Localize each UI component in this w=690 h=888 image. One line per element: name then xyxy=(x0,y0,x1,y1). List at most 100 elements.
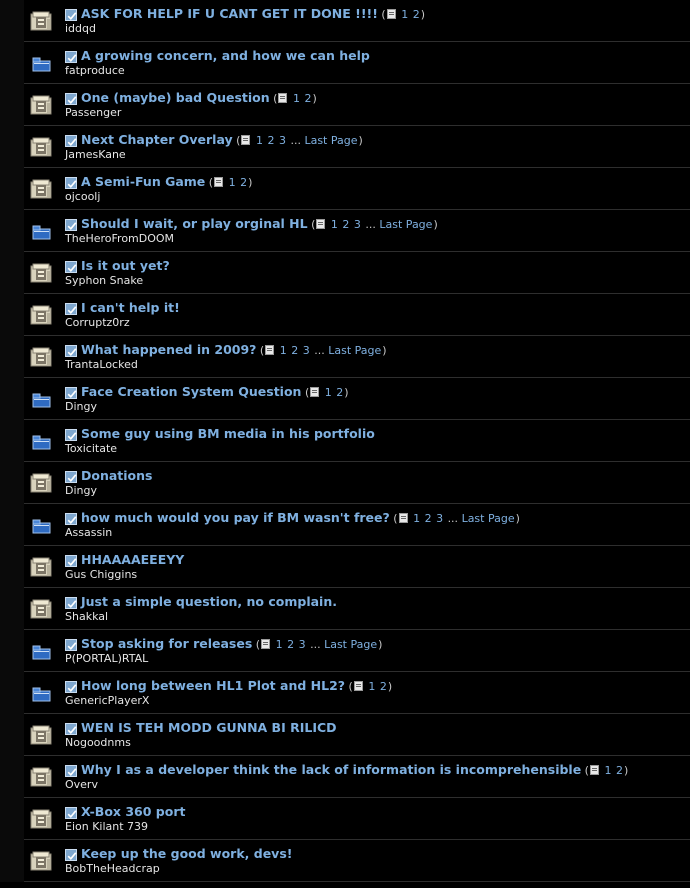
thread-title-link[interactable]: What happened in 2009? xyxy=(81,342,256,357)
row-left-strip xyxy=(0,378,24,420)
thread-author[interactable]: Passenger xyxy=(65,106,121,120)
page-link-2[interactable]: 2 xyxy=(413,8,420,21)
last-page-link[interactable]: Last Page xyxy=(304,134,357,147)
page-link-2[interactable]: 2 xyxy=(616,764,623,777)
thread-title-link[interactable]: Keep up the good work, devs! xyxy=(81,846,292,861)
page-link-3[interactable]: 3 xyxy=(354,218,361,231)
multipage-icon xyxy=(386,7,396,19)
page-link-1[interactable]: 1 xyxy=(256,134,263,147)
page-link-3[interactable]: 3 xyxy=(279,134,286,147)
last-page-link[interactable]: Last Page xyxy=(462,512,515,525)
thread-title-link[interactable]: One (maybe) bad Question xyxy=(81,90,270,105)
page-link-1[interactable]: 1 xyxy=(293,92,300,105)
last-page-link[interactable]: Last Page xyxy=(328,344,381,357)
page-link-2[interactable]: 2 xyxy=(291,344,298,357)
thread-title-link[interactable]: WEN IS TEH MODD GUNNA BI RILICD xyxy=(81,720,337,735)
page-links: ( 1 2 3 ... Last Page) xyxy=(232,134,363,147)
thread-author[interactable]: P(PORTAL)RTAL xyxy=(65,652,148,666)
thread-author[interactable]: Shakkal xyxy=(65,610,108,624)
thread-author[interactable]: Dingy xyxy=(65,484,97,498)
thread-row: Should I wait, or play orginal HL ( 1 2 … xyxy=(0,210,690,252)
thread-author[interactable]: Assassin xyxy=(65,526,112,540)
page-link-1[interactable]: 1 xyxy=(413,512,420,525)
thread-author[interactable]: TheHeroFromDOOM xyxy=(65,232,174,246)
thread-title-link[interactable]: Next Chapter Overlay xyxy=(81,132,233,147)
thread-title-link[interactable]: Some guy using BM media in his portfolio xyxy=(81,426,375,441)
page-link-2[interactable]: 2 xyxy=(304,92,311,105)
thread-author[interactable]: Dingy xyxy=(65,400,97,414)
page-link-1[interactable]: 1 xyxy=(229,176,236,189)
thread-title-link[interactable]: Just a simple question, no complain. xyxy=(81,594,337,609)
page-link-1[interactable]: 1 xyxy=(401,8,408,21)
thread-author[interactable]: Toxicitate xyxy=(65,442,117,456)
thread-author[interactable]: JamesKane xyxy=(65,148,126,162)
page-link-3[interactable]: 3 xyxy=(436,512,443,525)
thread-title-link[interactable]: A Semi-Fun Game xyxy=(81,174,205,189)
thread-author[interactable]: BobTheHeadcrap xyxy=(65,862,160,876)
thread-row: X-Box 360 port Eion Kilant 739 xyxy=(0,798,690,840)
page-link-2[interactable]: 2 xyxy=(287,638,294,651)
page-link-3[interactable]: 3 xyxy=(299,638,306,651)
read-checkmark-icon xyxy=(65,135,77,147)
multipage-icon xyxy=(316,217,326,229)
thread-author[interactable]: TrantaLocked xyxy=(65,358,138,372)
folder-icon xyxy=(30,52,54,74)
thread-title-link[interactable]: HHAAAAEEEYY xyxy=(81,552,184,567)
multipage-icon xyxy=(310,385,320,397)
thread-author[interactable]: Syphon Snake xyxy=(65,274,143,288)
folder-icon xyxy=(30,430,54,452)
thread-title-link[interactable]: Donations xyxy=(81,468,152,483)
hot-folder-icon xyxy=(30,136,54,158)
page-link-2[interactable]: 2 xyxy=(342,218,349,231)
page-link-1[interactable]: 1 xyxy=(280,344,287,357)
page-ellipsis: ... xyxy=(447,512,459,525)
thread-title-link[interactable]: Should I wait, or play orginal HL xyxy=(81,216,308,231)
read-checkmark-icon xyxy=(65,765,77,777)
page-link-2[interactable]: 2 xyxy=(425,512,432,525)
page-links: ( 1 2 3 ... Last Page) xyxy=(252,638,383,651)
thread-title-link[interactable]: Face Creation System Question xyxy=(81,384,301,399)
page-link-1[interactable]: 1 xyxy=(368,680,375,693)
thread-title-link[interactable]: I can't help it! xyxy=(81,300,180,315)
page-link-1[interactable]: 1 xyxy=(331,218,338,231)
thread-row: Next Chapter Overlay ( 1 2 3 ... Last Pa… xyxy=(0,126,690,168)
thread-author[interactable]: Gus Chiggins xyxy=(65,568,137,582)
row-left-strip xyxy=(0,756,24,798)
thread-author[interactable]: Corruptz0rz xyxy=(65,316,130,330)
page-link-2[interactable]: 2 xyxy=(380,680,387,693)
title-line: Just a simple question, no complain. xyxy=(81,593,337,612)
row-left-strip xyxy=(0,336,24,378)
read-checkmark-icon xyxy=(65,387,77,399)
hot-folder-icon xyxy=(30,850,54,872)
thread-row: What happened in 2009? ( 1 2 3 ... Last … xyxy=(0,336,690,378)
multipage-icon xyxy=(278,91,288,103)
thread-title-link[interactable]: how much would you pay if BM wasn't free… xyxy=(81,510,390,525)
last-page-link[interactable]: Last Page xyxy=(324,638,377,651)
page-link-1[interactable]: 1 xyxy=(604,764,611,777)
page-link-1[interactable]: 1 xyxy=(276,638,283,651)
hot-folder-icon xyxy=(30,346,54,368)
page-link-2[interactable]: 2 xyxy=(240,176,247,189)
thread-author[interactable]: GenericPlayerX xyxy=(65,694,149,708)
thread-title-link[interactable]: Stop asking for releases xyxy=(81,636,252,651)
row-left-strip xyxy=(0,672,24,714)
thread-title-link[interactable]: ASK FOR HELP IF U CANT GET IT DONE !!!! xyxy=(81,6,378,21)
page-link-2[interactable]: 2 xyxy=(336,386,343,399)
page-link-2[interactable]: 2 xyxy=(267,134,274,147)
thread-author[interactable]: Overv xyxy=(65,778,98,792)
last-page-link[interactable]: Last Page xyxy=(379,218,432,231)
hot-folder-icon xyxy=(30,724,54,746)
thread-author[interactable]: Eion Kilant 739 xyxy=(65,820,148,834)
page-link-3[interactable]: 3 xyxy=(303,344,310,357)
thread-author[interactable]: Nogoodnms xyxy=(65,736,131,750)
thread-author[interactable]: iddqd xyxy=(65,22,96,36)
thread-author[interactable]: ojcoolj xyxy=(65,190,100,204)
thread-title-link[interactable]: How long between HL1 Plot and HL2? xyxy=(81,678,345,693)
page-link-1[interactable]: 1 xyxy=(325,386,332,399)
multipage-icon xyxy=(353,679,363,691)
thread-author[interactable]: fatproduce xyxy=(65,64,125,78)
thread-title-link[interactable]: X-Box 360 port xyxy=(81,804,185,819)
thread-title-link[interactable]: Is it out yet? xyxy=(81,258,170,273)
thread-title-link[interactable]: A growing concern, and how we can help xyxy=(81,48,370,63)
thread-title-link[interactable]: Why I as a developer think the lack of i… xyxy=(81,762,581,777)
